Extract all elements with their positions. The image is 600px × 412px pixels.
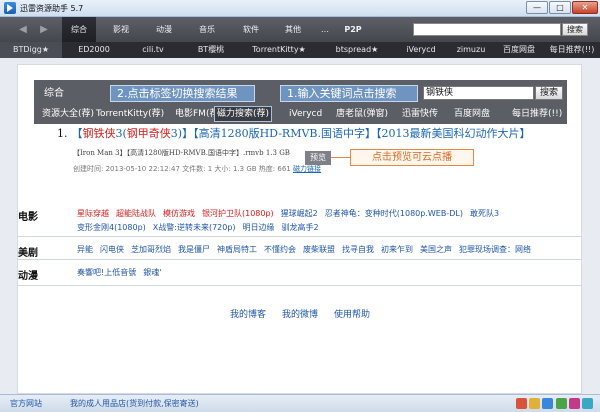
tab-music[interactable]: 音乐: [190, 17, 224, 42]
demo-tab-tanglaoshu: 唐老鼠(弹窗): [336, 109, 389, 119]
demo-tab-iverycd: iVerycd: [289, 109, 323, 119]
tab-software[interactable]: 软件: [234, 17, 268, 42]
anime-link[interactable]: 銀魂': [143, 268, 161, 277]
site-zimuzu[interactable]: zimuzu: [452, 42, 490, 58]
demo-search-button: 搜索: [535, 86, 563, 100]
callout-switch-tabs: 2.点击标签切换搜索结果: [110, 85, 255, 102]
tab-anime[interactable]: 动漫: [147, 17, 181, 42]
ad-link[interactable]: 我的成人用品店(货到付款,保密寄送): [70, 398, 199, 409]
tv-link[interactable]: 犯罪现场调查：网络: [459, 245, 531, 254]
minimize-button[interactable]: —: [526, 1, 548, 14]
movie-link[interactable]: 超能陆战队: [116, 209, 156, 218]
tv-link[interactable]: 异能: [77, 245, 93, 254]
blog-link[interactable]: 我的博客: [230, 310, 266, 320]
close-button[interactable]: ✕: [572, 1, 598, 14]
divider: [17, 259, 582, 260]
site-ed2000[interactable]: ED2000: [66, 42, 122, 58]
demo-tab-baidu-pan: 百度网盘: [454, 109, 491, 119]
movie-link[interactable]: 驯龙高手2: [282, 223, 319, 232]
movie-link[interactable]: 猩球崛起2: [281, 209, 318, 218]
douban-icon[interactable]: [556, 398, 567, 409]
site-bt-cherry[interactable]: BT樱桃: [188, 42, 234, 58]
tab-all[interactable]: 综合: [62, 17, 96, 42]
tab-other[interactable]: 其他: [276, 17, 310, 42]
category-anime-label: 动漫: [18, 271, 38, 282]
divider: [17, 285, 582, 286]
category-tv-label: 美剧: [18, 248, 38, 259]
share-icon[interactable]: [542, 398, 553, 409]
demo-tab-xunlei-share: 迅雷快传: [402, 109, 439, 119]
site-baidu-pan[interactable]: 百度网盘: [496, 42, 542, 58]
tab-p2p[interactable]: P2P: [336, 17, 370, 42]
tv-list: 异能 闪电侠 芝加哥烈焰 我是僵尸 神盾局特工 不懂约会 废柴联盟 找寻自我 初来乍到 美国之声犯…: [77, 244, 538, 255]
anime-link[interactable]: 奏響吧!上低音號: [77, 268, 136, 277]
tab-video[interactable]: 影视: [104, 17, 138, 42]
site-torrentkitty[interactable]: TorrentKitty★: [242, 42, 316, 58]
site-btspread[interactable]: btspread★: [327, 42, 387, 58]
tab-more[interactable]: …: [315, 17, 335, 42]
tv-link[interactable]: 美国之声: [420, 245, 452, 254]
forward-arrow-icon[interactable]: ▶: [37, 23, 51, 36]
help-link[interactable]: 使用帮助: [334, 310, 370, 320]
footer-links: 我的博客 我的微博 使用帮助: [0, 307, 600, 320]
category-movie-label: 电影: [18, 212, 38, 223]
category-nav-bar: ◀ ▶ 综合 影视 动漫 音乐 软件 其他 … P2P 搜索: [0, 17, 600, 42]
movie-link[interactable]: 明日边缘: [243, 223, 275, 232]
movie-link[interactable]: X战警:逆转未来(720p): [153, 223, 236, 232]
demo-tab-daily-pick: 每日推荐(!!): [512, 109, 563, 119]
tv-link[interactable]: 找寻自我: [342, 245, 374, 254]
demo-preview-button: 预览: [305, 151, 331, 165]
tv-link[interactable]: 废柴联盟: [303, 245, 335, 254]
demo-result-meta: 创建时间: 2013-05-10 22:12:47 文件数: 1 大小: 1.3…: [73, 165, 321, 173]
app-logo-icon: [4, 2, 16, 14]
movie-link[interactable]: 敢死队3: [470, 209, 499, 218]
callout-preview: 点击预览可云点播: [350, 149, 474, 166]
demo-tab-resources: 资源大全(荐): [42, 109, 95, 119]
search-button[interactable]: 搜索: [562, 23, 588, 36]
site-daily-pick[interactable]: 每日推荐(!!): [544, 42, 600, 58]
demo-tab-torrentkitty: TorrentKitty(荐): [96, 109, 165, 119]
search-input[interactable]: [413, 23, 561, 36]
demo-tab-magnet: 磁力搜索(荐): [214, 106, 273, 122]
qzone-icon[interactable]: [529, 398, 540, 409]
site-iverycd[interactable]: iVerycd: [400, 42, 442, 58]
magnet-link: 磁力链接: [292, 165, 321, 173]
anime-list: 奏響吧!上低音號 銀魂': [77, 267, 168, 278]
window-titlebar: 迅雷资源助手 5.7: [0, 0, 600, 17]
tv-link[interactable]: 芝加哥烈焰: [131, 245, 171, 254]
settings-icon[interactable]: [582, 398, 593, 409]
movie-link[interactable]: 忍者神龟：变种时代(1080p.WEB-DL): [325, 209, 463, 218]
movie-link[interactable]: 变形金刚4(1080p): [77, 223, 146, 232]
demo-result-title: 1. 【钢铁侠3(钢甲奇侠3)】【高清1280版HD-RMVB.国语中字】【201…: [57, 127, 531, 140]
site-cili[interactable]: cili.tv: [132, 42, 174, 58]
tv-link[interactable]: 神盾局特工: [217, 245, 257, 254]
status-bar: 官方网站 我的成人用品店(货到付款,保密寄送): [0, 394, 600, 412]
tv-link[interactable]: 初来乍到: [381, 245, 413, 254]
site-btdigg[interactable]: BTDigg★: [0, 42, 62, 58]
tv-link[interactable]: 我是僵尸: [178, 245, 210, 254]
divider: [17, 236, 582, 237]
tv-link[interactable]: 不懂约会: [264, 245, 296, 254]
weibo-icon[interactable]: [516, 398, 527, 409]
renren-icon[interactable]: [569, 398, 580, 409]
maximize-button[interactable]: □: [549, 1, 571, 14]
callout-enter-keyword: 1.输入关键词点击搜索: [280, 85, 418, 102]
movie-link[interactable]: 星际穿越: [77, 209, 109, 218]
official-site-link[interactable]: 官方网站: [10, 398, 42, 409]
window-title: 迅雷资源助手 5.7: [20, 3, 84, 13]
demo-search-input: 钢铁侠: [423, 86, 534, 100]
movie-link[interactable]: 银河护卫队(1080p): [202, 209, 274, 218]
movie-list: 星际穿越 超能陆战队 模仿游戏 银河护卫队(1080p) 猩球崛起2 忍者神龟：变种时代(…: [77, 208, 506, 219]
demo-result-file: 【Iron Man 3】【高清1280版HD-RMVB.国语中字】.rmvb 1…: [73, 149, 290, 157]
demo-tab-all: 综合: [44, 88, 64, 99]
tv-link[interactable]: 闪电侠: [100, 245, 124, 254]
callout-connector: [331, 157, 351, 158]
movie-link[interactable]: 模仿游戏: [163, 209, 195, 218]
movie-list-row2: 变形金刚4(1080p) X战警:逆转未来(720p) 明日边缘 驯龙高手2: [77, 222, 326, 233]
weibo-link[interactable]: 我的微博: [282, 310, 318, 320]
back-arrow-icon[interactable]: ◀: [16, 23, 30, 36]
site-bar: BTDigg★ ED2000 cili.tv BT樱桃 TorrentKitty…: [0, 42, 600, 58]
